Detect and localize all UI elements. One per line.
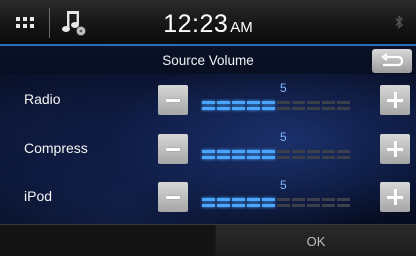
meter-segment-active	[247, 101, 260, 104]
meter-segment-active	[202, 101, 215, 104]
meter-segment-inactive	[337, 204, 350, 207]
meter-segment-inactive	[322, 198, 335, 201]
meter-segment-inactive	[337, 150, 350, 153]
meter-segment-active	[232, 107, 245, 110]
meter-segment-active	[217, 101, 230, 104]
level-value: 5	[280, 178, 287, 192]
meter-segment-inactive	[277, 107, 290, 110]
meter-segment-inactive	[322, 204, 335, 207]
meter-segment-active	[202, 198, 215, 201]
return-arrow-icon	[381, 53, 404, 67]
level-value: 5	[280, 81, 287, 95]
meter-segment-active	[262, 150, 275, 153]
level-value: 5	[280, 130, 287, 144]
meter-segment-active	[202, 150, 215, 153]
row-label: iPod	[24, 188, 53, 204]
meter-segment-active	[262, 198, 275, 201]
meter-segment-active	[247, 150, 260, 153]
meter-segment-active	[232, 204, 245, 207]
decrease-button[interactable]	[158, 85, 188, 115]
row-label: Compress	[24, 140, 88, 156]
clock-ampm: AM	[230, 19, 253, 36]
meter-segment-active	[217, 107, 230, 110]
clock-time: 12:23	[163, 10, 229, 38]
meter-segment-inactive	[337, 101, 350, 104]
meter-segment-inactive	[307, 150, 320, 153]
meter-segment-active	[247, 198, 260, 201]
page-title: Source Volume	[162, 53, 254, 68]
volume-row-ipod: iPod 5	[0, 176, 416, 216]
meter-segment-inactive	[337, 156, 350, 159]
meter-segment-active	[262, 156, 275, 159]
meter-segment-inactive	[277, 204, 290, 207]
plus-icon	[387, 141, 403, 157]
meter-segment-active	[202, 204, 215, 207]
meter-segment-active	[262, 107, 275, 110]
status-bar: 12:23 AM	[0, 0, 416, 44]
minus-icon	[166, 98, 180, 102]
meter-segment-inactive	[277, 101, 290, 104]
source-volume-screen: 12:23 AM Source Volume Radio 5 Compress 5…	[0, 0, 416, 256]
row-label: Radio	[24, 91, 61, 107]
plus-icon	[387, 92, 403, 108]
ok-button[interactable]: OK	[216, 225, 416, 256]
increase-button[interactable]	[380, 182, 410, 212]
meter-segment-active	[247, 204, 260, 207]
meter-segment-inactive	[322, 101, 335, 104]
meter-segment-active	[247, 107, 260, 110]
meter-segment-active	[262, 101, 275, 104]
header-bar: Source Volume	[0, 44, 416, 74]
meter-segment-active	[202, 107, 215, 110]
bottom-bar-empty-cell	[0, 225, 215, 256]
clock: 12:23 AM	[0, 10, 416, 39]
volume-row-compress: Compress 5	[0, 128, 416, 168]
meter-segment-inactive	[307, 107, 320, 110]
back-button[interactable]	[372, 49, 412, 73]
meter-segment-active	[217, 198, 230, 201]
meter-segment-active	[262, 204, 275, 207]
level-meter	[202, 198, 370, 210]
meter-segment-active	[232, 150, 245, 153]
minus-icon	[166, 195, 180, 199]
meter-segment-inactive	[292, 198, 305, 201]
meter-segment-inactive	[277, 150, 290, 153]
meter-segment-inactive	[307, 101, 320, 104]
level-meter	[202, 101, 370, 113]
meter-segment-active	[217, 156, 230, 159]
minus-icon	[166, 147, 180, 151]
meter-segment-inactive	[292, 150, 305, 153]
meter-segment-inactive	[277, 156, 290, 159]
meter-segment-inactive	[322, 156, 335, 159]
meter-segment-inactive	[337, 107, 350, 110]
increase-button[interactable]	[380, 85, 410, 115]
meter-segment-active	[247, 156, 260, 159]
meter-segment-active	[232, 156, 245, 159]
meter-segment-inactive	[307, 204, 320, 207]
meter-segment-inactive	[307, 198, 320, 201]
meter-segment-inactive	[292, 107, 305, 110]
ok-button-label: OK	[306, 234, 326, 249]
meter-segment-inactive	[277, 198, 290, 201]
meter-segment-inactive	[337, 198, 350, 201]
meter-segment-active	[217, 150, 230, 153]
decrease-button[interactable]	[158, 182, 188, 212]
bottom-bar: OK	[0, 224, 416, 256]
increase-button[interactable]	[380, 134, 410, 164]
volume-row-radio: Radio 5	[0, 79, 416, 119]
meter-segment-active	[232, 101, 245, 104]
level-meter	[202, 150, 370, 162]
meter-segment-inactive	[292, 101, 305, 104]
plus-icon	[387, 189, 403, 205]
meter-segment-inactive	[292, 204, 305, 207]
meter-segment-active	[232, 198, 245, 201]
meter-segment-active	[217, 204, 230, 207]
meter-segment-inactive	[307, 156, 320, 159]
meter-segment-inactive	[322, 150, 335, 153]
meter-segment-inactive	[292, 156, 305, 159]
bluetooth-icon	[395, 15, 403, 29]
decrease-button[interactable]	[158, 134, 188, 164]
meter-segment-inactive	[322, 107, 335, 110]
meter-segment-active	[202, 156, 215, 159]
